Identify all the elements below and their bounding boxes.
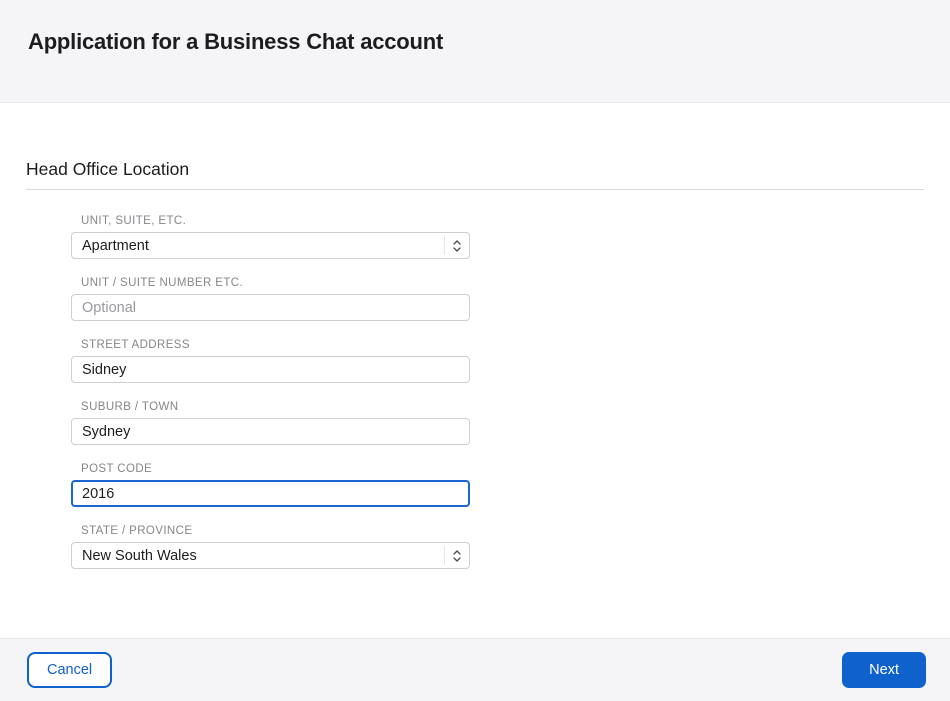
unit-suite-type-value: Apartment (82, 237, 149, 254)
unit-suite-type-select[interactable]: Apartment (71, 232, 470, 259)
up-down-chevrons-icon (444, 546, 469, 565)
state-province-label: STATE / PROVINCE (81, 525, 193, 537)
next-button[interactable]: Next (842, 652, 926, 688)
section-divider (26, 189, 924, 190)
unit-suite-type-label: UNIT, SUITE, ETC. (81, 215, 187, 227)
page-header: Application for a Business Chat account (0, 0, 950, 103)
field-unit-suite-number: UNIT / SUITE NUMBER ETC. (71, 277, 470, 321)
page-title: Application for a Business Chat account (28, 29, 444, 54)
state-province-select[interactable]: New South Wales (71, 542, 470, 569)
field-unit-suite-type: UNIT, SUITE, ETC. Apartment (71, 215, 470, 259)
up-down-chevrons-icon (444, 236, 469, 255)
field-post-code: POST CODE (71, 463, 470, 507)
footer-bar: Cancel Next (0, 638, 950, 701)
field-street-address: STREET ADDRESS (71, 339, 470, 383)
field-state-province: STATE / PROVINCE New South Wales (71, 525, 470, 569)
post-code-input[interactable] (71, 480, 470, 507)
post-code-label: POST CODE (81, 463, 153, 475)
section-title: Head Office Location (26, 159, 190, 179)
cancel-button[interactable]: Cancel (27, 652, 113, 688)
street-address-label: STREET ADDRESS (81, 339, 190, 351)
field-suburb-town: SUBURB / TOWN (71, 401, 470, 445)
suburb-town-label: SUBURB / TOWN (81, 401, 179, 413)
suburb-town-input[interactable] (71, 418, 470, 445)
state-province-value: New South Wales (82, 547, 197, 564)
unit-suite-number-label: UNIT / SUITE NUMBER ETC. (81, 277, 244, 289)
street-address-input[interactable] (71, 356, 470, 383)
unit-suite-number-input[interactable] (71, 294, 470, 321)
head-office-location-form: UNIT, SUITE, ETC. Apartment UNIT / SUITE… (71, 215, 470, 569)
main-content: Head Office Location UNIT, SUITE, ETC. A… (0, 159, 950, 569)
